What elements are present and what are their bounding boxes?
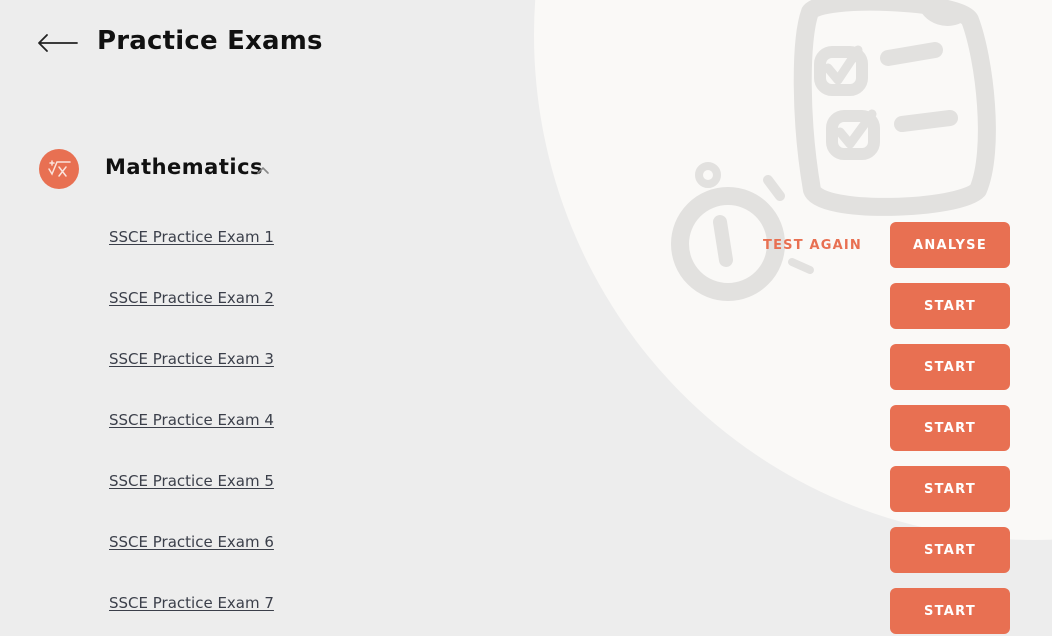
- start-button[interactable]: START: [890, 466, 1010, 512]
- exam-row: SSCE Practice Exam 5 START: [0, 466, 1052, 527]
- start-button[interactable]: START: [890, 344, 1010, 390]
- exam-link[interactable]: SSCE Practice Exam 1: [109, 228, 274, 246]
- start-button[interactable]: START: [890, 588, 1010, 634]
- start-button[interactable]: START: [890, 405, 1010, 451]
- math-symbols-icon: [39, 149, 79, 189]
- start-button[interactable]: START: [890, 527, 1010, 573]
- subject-title[interactable]: Mathematics: [105, 155, 263, 179]
- exam-link[interactable]: SSCE Practice Exam 6: [109, 533, 274, 551]
- back-arrow-icon[interactable]: [36, 30, 80, 56]
- practice-exams-page: Practice Exams Mathematics SSCE Practice…: [0, 0, 1052, 636]
- exam-row: SSCE Practice Exam 4 START: [0, 405, 1052, 466]
- exam-row: SSCE Practice Exam 7 START: [0, 588, 1052, 636]
- exam-row: SSCE Practice Exam 6 START: [0, 527, 1052, 588]
- analyse-button[interactable]: ANALYSE: [890, 222, 1010, 268]
- exam-link[interactable]: SSCE Practice Exam 4: [109, 411, 274, 429]
- exam-link[interactable]: SSCE Practice Exam 5: [109, 472, 274, 490]
- exam-row: SSCE Practice Exam 2 START: [0, 283, 1052, 344]
- chevron-up-icon[interactable]: [255, 164, 271, 176]
- exam-row: SSCE Practice Exam 3 START: [0, 344, 1052, 405]
- exam-link[interactable]: SSCE Practice Exam 7: [109, 594, 274, 612]
- test-again-link[interactable]: TEST AGAIN: [763, 238, 862, 253]
- exam-link[interactable]: SSCE Practice Exam 2: [109, 289, 274, 307]
- page-title: Practice Exams: [97, 26, 323, 56]
- start-button[interactable]: START: [890, 283, 1010, 329]
- exam-link[interactable]: SSCE Practice Exam 3: [109, 350, 274, 368]
- exam-list: SSCE Practice Exam 1 TEST AGAIN ANALYSE …: [0, 222, 1052, 636]
- exam-row: SSCE Practice Exam 1 TEST AGAIN ANALYSE: [0, 222, 1052, 283]
